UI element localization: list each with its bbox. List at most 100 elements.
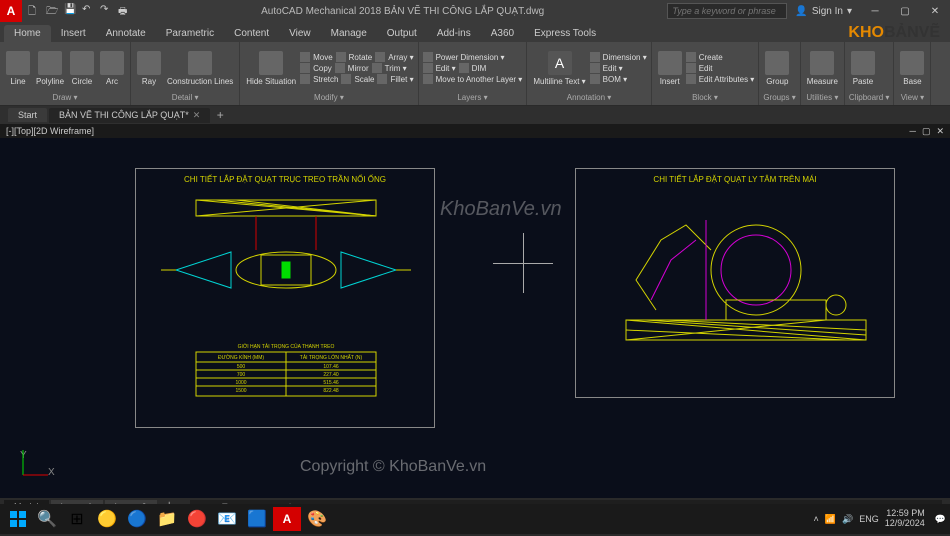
autocad-taskbar-icon[interactable]: A	[273, 507, 301, 531]
outlook-icon[interactable]: 🟦	[243, 507, 271, 531]
panel-view-label: View ▾	[898, 92, 926, 103]
bom-button[interactable]: BOM ▾	[590, 74, 647, 84]
new-tab-button[interactable]: +	[212, 108, 228, 122]
chrome-icon[interactable]: 🔴	[183, 507, 211, 531]
sign-in-label: Sign In	[812, 6, 843, 17]
file-tab-active[interactable]: BẢN VẼ THI CÔNG LẮP QUẠT*✕	[49, 108, 210, 123]
svg-text:515.46: 515.46	[323, 380, 339, 386]
volume-icon[interactable]: 🔊	[842, 514, 853, 525]
close-button[interactable]: ✕	[920, 0, 950, 22]
task-view-icon[interactable]: ⊞	[63, 507, 91, 531]
help-search-input[interactable]	[667, 3, 787, 19]
panel-group-label: Groups ▾	[763, 92, 795, 103]
tab-a360[interactable]: A360	[481, 25, 524, 42]
vp-min-icon[interactable]: ─	[910, 126, 916, 137]
polyline-button[interactable]: Polyline	[34, 49, 66, 88]
viewport-label[interactable]: [-][Top][2D Wireframe]	[6, 126, 94, 136]
mail-icon[interactable]: 📧	[213, 507, 241, 531]
svg-text:GIỚI HẠN TẢI TRỌNG CỦA THANH T: GIỚI HẠN TẢI TRỌNG CỦA THANH TREO	[238, 343, 335, 350]
ribbon-tab-strip: Home Insert Annotate Parametric Content …	[0, 22, 950, 42]
edit-layer-button[interactable]: Edit ▾ DIM	[423, 63, 523, 73]
tab-annotate[interactable]: Annotate	[96, 25, 156, 42]
app-icon[interactable]: 🎨	[303, 507, 331, 531]
ray-button[interactable]: Ray	[135, 49, 163, 88]
vp-max-icon[interactable]: ▢	[922, 126, 931, 137]
stretch-button[interactable]: Stretch Scale Fillet ▾	[300, 74, 414, 84]
file-tab-start[interactable]: Start	[8, 108, 47, 122]
arc-button[interactable]: Arc	[98, 49, 126, 88]
edit-attr-button[interactable]: Edit Attributes ▾	[686, 74, 755, 84]
tab-addins[interactable]: Add-ins	[427, 25, 481, 42]
taskbar-clock[interactable]: 12:59 PM12/9/2024	[885, 509, 929, 529]
drawing-title-left: CHI TIẾT LẮP ĐẶT QUẠT TRỤC TREO TRẦN NỐI…	[136, 169, 434, 190]
minimize-button[interactable]: ─	[860, 0, 890, 22]
svg-text:107.46: 107.46	[323, 364, 339, 370]
start-button[interactable]	[4, 507, 32, 531]
tray-chevron-icon[interactable]: ˄	[814, 514, 819, 524]
measure-button[interactable]: Measure	[805, 49, 840, 88]
panel-clipboard: Paste Clipboard ▾	[845, 42, 894, 105]
fan-drawing-right	[576, 190, 896, 370]
circle-button[interactable]: Circle	[68, 49, 96, 88]
vp-close-icon[interactable]: ✕	[936, 126, 944, 137]
edge-icon[interactable]: 🔵	[123, 507, 151, 531]
file-tab-strip: Start BẢN VẼ THI CÔNG LẮP QUẠT*✕ +	[0, 106, 950, 124]
svg-text:1000: 1000	[235, 380, 246, 386]
edit-block-button[interactable]: Edit	[686, 63, 755, 73]
wifi-icon[interactable]: 📶	[825, 514, 836, 525]
language-indicator[interactable]: ENG	[859, 514, 879, 524]
tab-parametric[interactable]: Parametric	[156, 25, 224, 42]
explorer-icon[interactable]: 📁	[153, 507, 181, 531]
khobanve-logo: KHOBẢNVẼ	[848, 24, 940, 42]
line-button[interactable]: Line	[4, 49, 32, 88]
tab-output[interactable]: Output	[377, 25, 427, 42]
drawing-canvas[interactable]: CHI TIẾT LẮP ĐẶT QUẠT TRỤC TREO TRẦN NỐI…	[0, 138, 950, 498]
title-bar: A 🗋🗁💾↶↷🖶 AutoCAD Mechanical 2018 BẢN VẼ …	[0, 0, 950, 22]
multiline-text-button[interactable]: AMultiline Text ▾	[531, 49, 587, 88]
panel-clipboard-label: Clipboard ▾	[849, 92, 889, 103]
maximize-button[interactable]: ▢	[890, 0, 920, 22]
panel-modify-label: Modify ▾	[244, 92, 413, 103]
svg-text:ĐƯỜNG KÍNH (MM): ĐƯỜNG KÍNH (MM)	[218, 354, 264, 361]
fan-drawing-left	[136, 190, 436, 340]
panel-insert: Insert Create Edit Edit Attributes ▾ Blo…	[652, 42, 760, 105]
tab-content[interactable]: Content	[224, 25, 279, 42]
svg-text:700: 700	[237, 372, 246, 378]
copy-button[interactable]: Copy Mirror Trim ▾	[300, 63, 414, 73]
svg-text:822.48: 822.48	[323, 388, 339, 394]
svg-text:TẢI TRỌNG LỚN NHẤT (N): TẢI TRỌNG LỚN NHẤT (N)	[300, 354, 363, 361]
hide-situation-button[interactable]: Hide Situation	[244, 49, 298, 88]
panel-block-label: Block ▾	[656, 92, 755, 103]
tab-manage[interactable]: Manage	[321, 25, 377, 42]
insert-button[interactable]: Insert	[656, 49, 684, 88]
tab-insert[interactable]: Insert	[51, 25, 96, 42]
load-table: GIỚI HẠN TẢI TRỌNG CỦA THANH TREO ĐƯỜNG …	[186, 340, 386, 400]
construction-lines-button[interactable]: Construction Lines	[165, 49, 235, 88]
base-button[interactable]: Base	[898, 49, 926, 88]
create-block-button[interactable]: Create	[686, 52, 755, 62]
search-icon[interactable]: 🔍	[33, 507, 61, 531]
svg-text:500: 500	[237, 364, 246, 370]
move-button[interactable]: Move Rotate Array ▾	[300, 52, 414, 62]
quick-access-toolbar[interactable]: 🗋🗁💾↶↷🖶	[22, 4, 138, 18]
autocad-logo[interactable]: A	[0, 0, 22, 22]
dimension-button[interactable]: Dimension ▾	[590, 52, 647, 62]
panel-draw: Line Polyline Circle Arc Draw ▾	[0, 42, 131, 105]
panel-utilities: Measure Utilities ▾	[801, 42, 845, 105]
power-dimension-button[interactable]: Power Dimension ▾	[423, 52, 523, 62]
system-tray[interactable]: ˄ 📶 🔊 ENG 12:59 PM12/9/2024 💬	[814, 509, 946, 529]
windows-taskbar: 🔍 ⊞ 🟡 🔵 📁 🔴 📧 🟦 A 🎨 ˄ 📶 🔊 ENG 12:59 PM12…	[0, 504, 950, 534]
tab-express[interactable]: Express Tools	[524, 25, 606, 42]
panel-utilities-label: Utilities ▾	[805, 92, 840, 103]
tab-view[interactable]: View	[279, 25, 321, 42]
panel-annotation-label: Annotation ▾	[531, 92, 646, 103]
paste-button[interactable]: Paste	[849, 49, 877, 88]
move-layer-button[interactable]: Move to Another Layer ▾	[423, 74, 523, 84]
notification-icon[interactable]: 💬	[935, 514, 946, 525]
group-button[interactable]: Group	[763, 49, 791, 88]
tab-home[interactable]: Home	[4, 25, 51, 42]
copilot-icon[interactable]: 🟡	[93, 507, 121, 531]
edit-anno-button[interactable]: Edit ▾	[590, 63, 647, 73]
sign-in-button[interactable]: 👤 Sign In ▾	[787, 6, 860, 17]
close-tab-icon[interactable]: ✕	[193, 110, 201, 121]
